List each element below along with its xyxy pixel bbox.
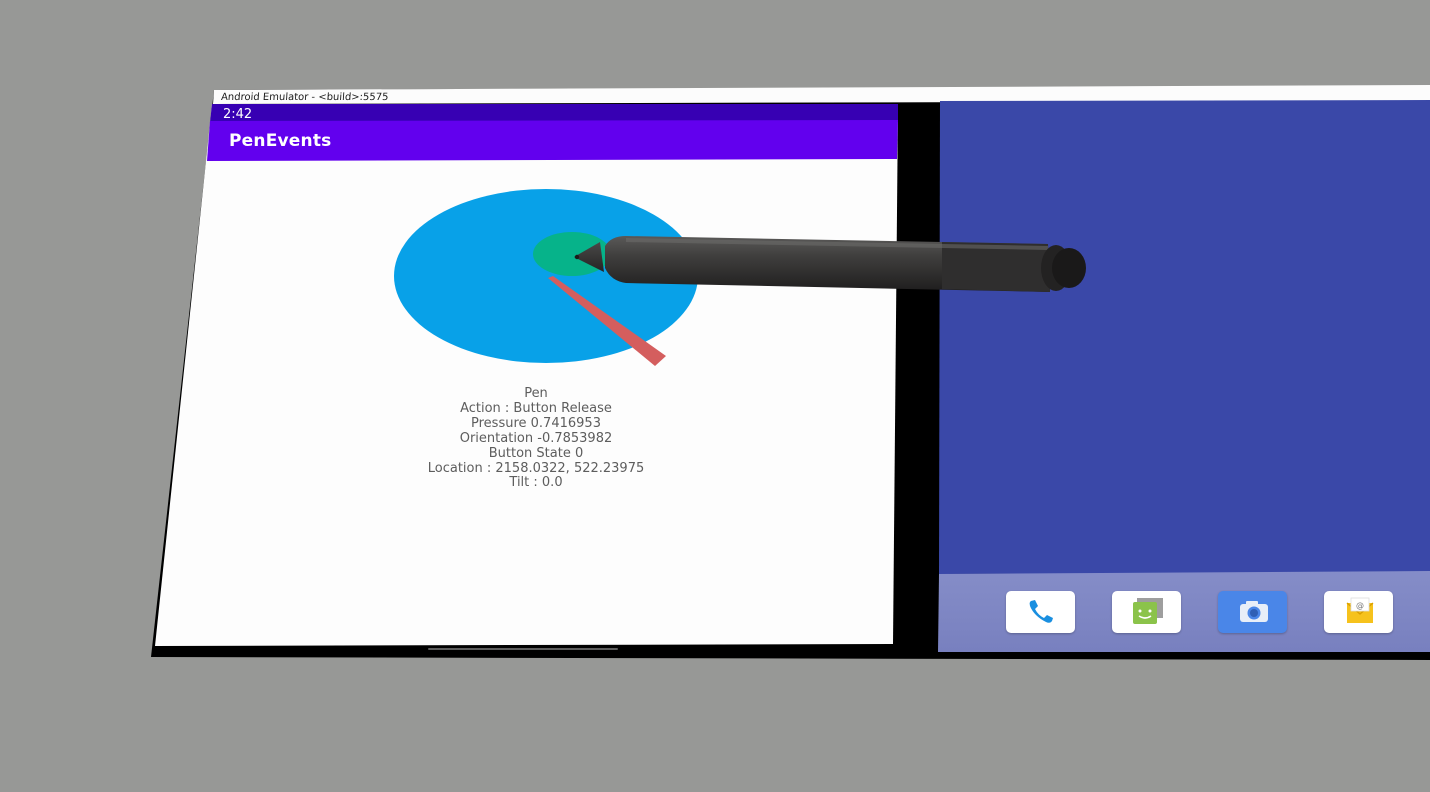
home-indicator[interactable] — [428, 648, 618, 650]
window-title: Android Emulator - <build>:5575 — [220, 92, 389, 103]
app-title: PenEvents — [229, 131, 332, 151]
svg-text:@: @ — [1356, 601, 1364, 610]
camera-icon[interactable] — [1218, 591, 1287, 633]
status-bar-time: 2:42 — [223, 107, 253, 122]
phone-icon[interactable] — [1006, 591, 1075, 633]
pen-info-panel: Pen Action : Button Release Pressure 0.7… — [376, 386, 696, 491]
home-screen-wallpaper — [939, 100, 1430, 574]
pen-action: Action : Button Release — [460, 400, 612, 416]
pen-pressure: Pressure 0.7416953 — [471, 415, 601, 431]
pen-orientation: Orientation -0.7853982 — [459, 430, 613, 446]
pen-tool-type: Pen — [524, 386, 548, 401]
status-bar — [210, 104, 898, 122]
left-screen — [155, 104, 898, 646]
pen-location: Location : 2158.0322, 522.23975 — [427, 460, 645, 476]
email-icon[interactable]: @ — [1324, 591, 1393, 633]
emulator-scene — [151, 85, 1430, 660]
messages-icon[interactable] — [1112, 591, 1181, 633]
pen-button-state: Button State 0 — [488, 445, 584, 461]
pen-tilt: Tilt : 0.0 — [509, 475, 563, 491]
